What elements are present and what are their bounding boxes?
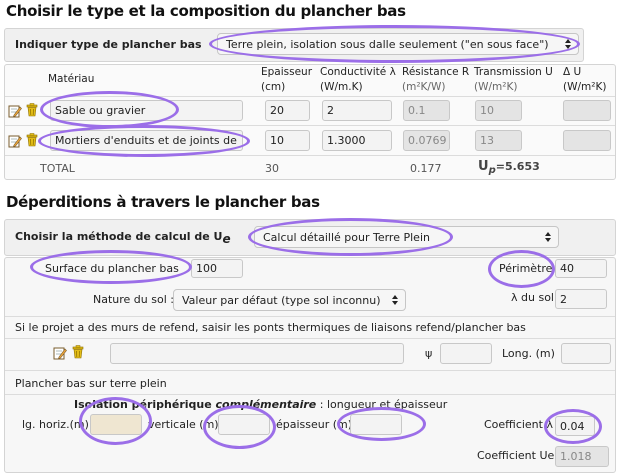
method-select[interactable]: Calcul détaillé pour Terre Plein: [254, 226, 559, 248]
verticale-label: verticale (m): [148, 418, 219, 431]
col-header-delta-u: Δ U: [563, 66, 582, 78]
col-header-epaisseur-unit: (cm): [261, 81, 286, 93]
total-epaisseur: 30: [265, 162, 279, 175]
epaisseur-input[interactable]: [350, 414, 402, 435]
col-header-conductivite: Conductivité λ: [320, 66, 396, 78]
isolation-peripherique-title: Isolation périphérique complémentaire : …: [74, 398, 448, 411]
epaisseur-input-2[interactable]: 10: [265, 130, 310, 151]
row-divider: [5, 394, 615, 395]
col-header-transmission-unit: (W/m²K): [474, 81, 518, 93]
material-input-1[interactable]: Sable ou gravier: [50, 100, 243, 121]
nature-sol-value: Valeur par défaut (type sol inconnu): [182, 293, 381, 307]
refend-input[interactable]: [110, 343, 404, 364]
section-title-deperditions: Déperditions à travers le plancher bas: [6, 193, 320, 211]
row-divider: [5, 125, 615, 126]
nature-sol-label: Nature du sol :: [93, 293, 174, 306]
col-header-resistance: Résistance R: [402, 66, 470, 78]
section-title-composition: Choisir le type et la composition du pla…: [6, 2, 406, 20]
resistance-value-1: 0.1: [403, 100, 450, 121]
nature-sol-select[interactable]: Valeur par défaut (type sol inconnu): [173, 289, 406, 311]
edit-icon[interactable]: [8, 134, 22, 148]
transmission-value-2: 13: [475, 130, 522, 151]
refend-instruction: Si le projet a des murs de refend, saisi…: [15, 321, 526, 334]
conductivite-input-2[interactable]: 1.3000: [322, 130, 392, 151]
long-label: Long. (m): [502, 347, 555, 360]
edit-icon[interactable]: [53, 346, 67, 360]
trash-icon[interactable]: [71, 345, 85, 359]
conductivite-input-1[interactable]: 2: [322, 100, 392, 121]
verticale-input[interactable]: [218, 414, 270, 435]
delta-u-value-2: [563, 130, 611, 151]
trash-icon[interactable]: [25, 103, 39, 117]
col-header-epaisseur: Epaisseur: [261, 66, 313, 78]
floor-type-label: Indiquer type de plancher bas: [15, 38, 202, 51]
lg-horiz-label: lg. horiz.(m): [22, 418, 89, 431]
dropdown-caret-icon: [565, 39, 571, 49]
coef-ue-value: 1.018: [555, 446, 609, 467]
trash-icon[interactable]: [25, 133, 39, 147]
total-label: TOTAL: [40, 162, 75, 175]
method-value: Calcul détaillé pour Terre Plein: [263, 230, 430, 244]
col-header-resistance-unit: (m²K/W): [402, 81, 446, 93]
dropdown-caret-icon: [545, 232, 551, 242]
floor-type-value: Terre plein, isolation sous dalle seulem…: [226, 37, 549, 51]
edit-icon[interactable]: [8, 104, 22, 118]
surface-label: Surface du plancher bas: [45, 262, 179, 275]
row-divider: [5, 155, 615, 156]
lg-horiz-input[interactable]: [90, 414, 142, 435]
delta-u-value-1: [563, 100, 611, 121]
col-header-materiau: Matériau: [48, 73, 95, 85]
coef-ue-label: Coefficient Ue: [477, 449, 555, 462]
surface-input[interactable]: 100: [191, 259, 243, 278]
material-input-2[interactable]: Mortiers d'enduits et de joints de: [50, 130, 243, 151]
col-header-transmission: Transmission U: [474, 66, 553, 78]
method-label: Choisir la méthode de calcul de Ue: [15, 230, 231, 246]
coef-lambda-input[interactable]: 0.04: [555, 416, 595, 436]
perimetre-label: Périmètre: [499, 262, 553, 275]
transmission-value-1: 10: [475, 100, 522, 121]
row-divider: [5, 370, 615, 371]
col-header-delta-u-unit: (W/m²K): [563, 81, 607, 93]
lambda-sol-label: λ du sol: [511, 291, 554, 304]
row-divider: [5, 96, 615, 97]
total-resistance: 0.177: [410, 162, 442, 175]
total-u-value: Up=5.653: [478, 159, 540, 176]
floor-type-select[interactable]: Terre plein, isolation sous dalle seulem…: [217, 33, 579, 55]
long-input[interactable]: [561, 343, 611, 364]
epaisseur-input-1[interactable]: 20: [265, 100, 310, 121]
dropdown-caret-icon: [392, 295, 398, 305]
lambda-sol-input[interactable]: 2: [555, 289, 607, 309]
terre-plein-label: Plancher bas sur terre plein: [15, 377, 167, 390]
epaisseur-label: épaisseur (m): [276, 418, 353, 431]
perimetre-input[interactable]: 40: [555, 259, 607, 278]
psi-input[interactable]: [440, 343, 492, 364]
col-header-conductivite-unit: (W/m.K): [320, 81, 363, 93]
psi-label: ψ: [425, 347, 433, 360]
row-divider: [5, 338, 615, 339]
resistance-value-2: 0.0769: [403, 130, 450, 151]
row-divider: [5, 316, 615, 317]
coef-lambda-label: Coefficient λ: [484, 418, 553, 431]
